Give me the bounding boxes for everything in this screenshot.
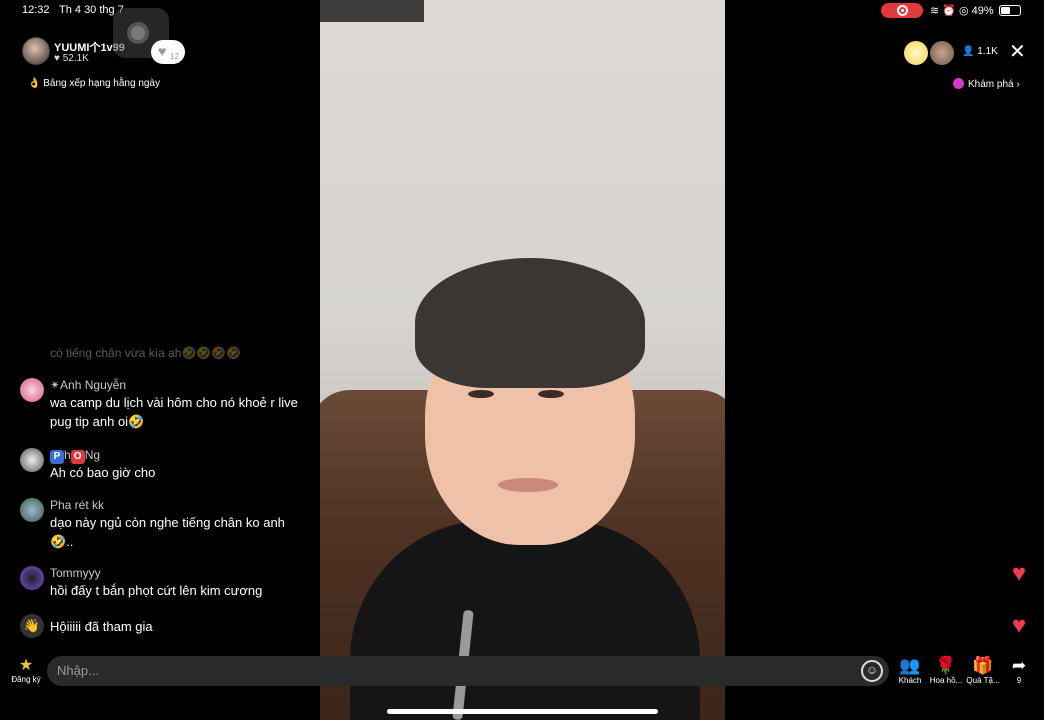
share-icon: ➦ <box>1011 656 1027 675</box>
chat-text: Ah có bao giờ cho <box>50 465 156 480</box>
status-time: 12:32 <box>22 4 50 16</box>
chat-avatar[interactable] <box>20 498 44 522</box>
host-hair <box>415 258 645 388</box>
comment-input[interactable]: Nhập... ☺ <box>47 656 889 686</box>
rose-label: Hoa hồ... <box>929 676 963 685</box>
rose-icon: 🌹 <box>935 656 957 675</box>
gift-icon: 🎁 <box>972 656 994 675</box>
top-viewer-avatar-1[interactable] <box>904 41 928 65</box>
gift-label: Quà Tặ... <box>966 676 1000 685</box>
floating-heart-icon: ♥ <box>1011 612 1027 639</box>
chat-avatar[interactable] <box>20 448 44 472</box>
share-button[interactable]: ➦ 9 <box>999 656 1039 685</box>
chat-avatar[interactable] <box>20 378 44 402</box>
guests-button[interactable]: 👥 Khách <box>890 656 930 685</box>
live-video[interactable] <box>320 0 725 720</box>
record-icon <box>897 5 908 16</box>
chat-text: wa camp du lịch vài hôm cho nó khoẻ r li… <box>50 395 298 429</box>
chat-text: hồi đấy t bắn phọt cứt lên kim cương <box>50 583 263 598</box>
daily-ranking-link[interactable]: 👌 Bảng xếp hạng hằng ngày <box>28 78 160 89</box>
rose-gift-button[interactable]: 🌹 Hoa hồ... <box>926 656 966 685</box>
signup-label: Đăng ký <box>11 675 41 684</box>
record-button-icon <box>127 22 149 44</box>
star-icon: ★ <box>18 657 34 674</box>
chat-faded-message: có tiếng chân vừa kìa ah🤣🤣🤣🤣 <box>50 346 242 360</box>
host-eye-right <box>538 390 564 398</box>
floating-heart-icon: ♥ <box>1011 560 1027 587</box>
host-avatar[interactable] <box>22 37 50 65</box>
explore-link[interactable]: Khám phá › <box>953 78 1020 90</box>
home-indicator[interactable] <box>387 709 658 714</box>
wave-hand-icon: 👋 <box>20 614 44 638</box>
battery-icon <box>999 5 1021 16</box>
guests-icon: 👥 <box>899 656 921 675</box>
chat-username[interactable]: Tommyyy <box>50 566 101 580</box>
status-icons: ≋ ⏰ ◎ 49% <box>930 5 994 17</box>
guests-label: Khách <box>898 676 922 685</box>
host-mouth <box>498 478 558 492</box>
screen-record-indicator[interactable] <box>881 3 923 18</box>
chat-username[interactable]: Pha rét kk <box>50 498 104 512</box>
chat-avatar[interactable] <box>20 566 44 590</box>
chat-username[interactable]: ✴Anh Nguyễn <box>50 378 126 392</box>
explore-label: Khám phá › <box>968 79 1020 90</box>
follow-button[interactable]: ♥ 12 <box>151 40 185 64</box>
share-count: 9 <box>1016 676 1022 685</box>
explore-dot-icon <box>953 78 964 89</box>
chat-join-username[interactable]: Hộiiiii đã tham gia <box>50 619 153 634</box>
gift-button[interactable]: 🎁 Quà Tặ... <box>963 656 1003 685</box>
follow-count: 12 <box>170 52 179 61</box>
chat-text: dạo này ngủ còn nghe tiếng chân ko anh 🤣… <box>50 515 285 549</box>
host-eye-left <box>468 390 494 398</box>
comment-placeholder: Nhập... <box>57 663 99 678</box>
signup-button[interactable]: ★ Đăng ký <box>8 657 44 684</box>
close-icon[interactable]: ✕ <box>1009 42 1026 62</box>
top-viewer-avatar-2[interactable] <box>930 41 954 65</box>
viewer-count[interactable]: 👤 1.1K <box>962 46 998 57</box>
emoji-icon[interactable]: ☺ <box>861 660 883 682</box>
chat-username[interactable]: Ph O Ng <box>50 448 100 464</box>
host-likes: ♥ 52.1K <box>54 53 89 64</box>
heart-outline-icon: ♥ <box>158 43 167 59</box>
host-shirt <box>350 520 700 720</box>
